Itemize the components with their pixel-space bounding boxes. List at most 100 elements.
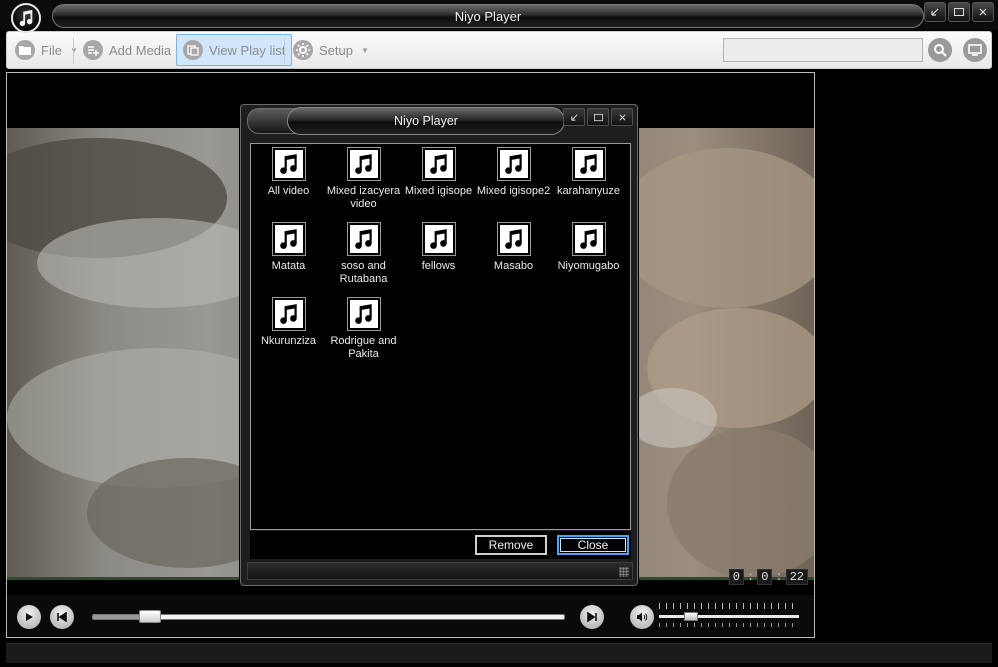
maximize-icon: [954, 8, 964, 16]
playlist-icon: [183, 40, 203, 60]
playlist-item-label: Masabo: [493, 260, 534, 272]
playlist-item[interactable]: fellows: [401, 222, 476, 273]
playlist-item-label: Rodrigue and Pakita: [330, 335, 397, 360]
speaker-icon: [637, 612, 648, 622]
music-note-icon: [496, 147, 531, 181]
music-note-icon: [346, 222, 381, 256]
add-media-label: Add Media: [109, 42, 172, 58]
seek-handle[interactable]: [139, 610, 161, 623]
playlist-item[interactable]: Mixed izacyera video: [326, 147, 401, 211]
folder-icon: [15, 40, 35, 60]
play-icon: [26, 613, 33, 621]
music-note-icon: [271, 147, 306, 181]
screen-icon: [968, 44, 982, 56]
playlist-item-label: Mixed igisope: [404, 185, 473, 197]
music-note-icon[interactable]: [11, 3, 41, 33]
toolbar-divider: [73, 38, 74, 64]
add-media-button[interactable]: Add Media: [77, 34, 177, 66]
playlist-item[interactable]: All video: [251, 147, 326, 198]
minimize-icon: [931, 8, 939, 16]
playback-controls: [7, 595, 814, 637]
time-minutes: 0: [757, 569, 773, 585]
music-note-icon: [571, 147, 606, 181]
time-seconds: 22: [785, 569, 808, 585]
close-icon: [618, 113, 626, 121]
volume-track: [659, 615, 799, 618]
search-input[interactable]: [723, 38, 923, 62]
playlist-dialog: Niyo Player All video Mixed izacyera vide…: [240, 104, 638, 586]
music-note-icon: [271, 297, 306, 331]
previous-button[interactable]: [50, 605, 74, 629]
close-icon: [979, 8, 987, 16]
playlist-item[interactable]: Matata: [251, 222, 326, 273]
playlist-item-label: Niyomugabo: [557, 260, 620, 272]
skip-forward-icon: [587, 612, 597, 622]
view-playlist-label: View Play list: [209, 42, 286, 58]
playlist-item[interactable]: soso and Rutabana: [326, 222, 401, 286]
volume-ticks: [659, 623, 799, 627]
volume-handle[interactable]: [684, 612, 698, 621]
minimize-icon: [570, 113, 578, 121]
search-button[interactable]: [928, 38, 952, 62]
playlist-item-label: soso and Rutabana: [339, 260, 388, 285]
next-button[interactable]: [580, 605, 604, 629]
minimize-button[interactable]: [924, 2, 946, 22]
music-note-icon: [346, 147, 381, 181]
toolbar-divider: [284, 38, 285, 64]
volume-ticks: [659, 603, 799, 609]
seek-bar[interactable]: [92, 610, 565, 623]
playlist-item[interactable]: Niyomugabo: [551, 222, 626, 273]
maximize-icon: [593, 113, 603, 121]
playlist-item[interactable]: Rodrigue and Pakita: [326, 297, 401, 361]
playlist-item-label: All video: [267, 185, 310, 197]
close-dialog-button[interactable]: Close: [557, 535, 629, 555]
music-note-icon: [571, 222, 606, 256]
dialog-maximize-button[interactable]: [587, 108, 609, 126]
chevron-down-icon: ▼: [360, 45, 369, 55]
file-menu-label: File: [41, 42, 62, 58]
music-note-icon: [421, 147, 456, 181]
playlist-item-label: fellows: [421, 260, 456, 272]
playlist-item-label: karahanyuze: [557, 185, 620, 197]
playlist-list[interactable]: All video Mixed izacyera video Mixed igiso…: [250, 143, 631, 530]
music-note-icon: [346, 297, 381, 331]
view-playlist-button[interactable]: View Play list: [176, 34, 293, 66]
window-title: Niyo Player: [52, 4, 924, 28]
screen-mode-button[interactable]: [963, 38, 987, 62]
dialog-minimize-button[interactable]: [563, 108, 585, 126]
skip-back-icon: [57, 612, 67, 622]
setup-menu-label: Setup: [319, 42, 353, 58]
playlist-item[interactable]: Nkurunziza: [251, 297, 326, 348]
mute-button[interactable]: [630, 605, 654, 629]
search-icon: [934, 44, 947, 57]
title-bar: Niyo Player: [0, 0, 998, 33]
playlist-item-label: Matata: [271, 260, 306, 272]
dialog-title: Niyo Player: [287, 107, 565, 135]
maximize-button[interactable]: [948, 2, 970, 22]
remove-button[interactable]: Remove: [475, 535, 547, 555]
playlist-item-label: Nkurunziza: [260, 335, 317, 347]
music-note-icon: [421, 222, 456, 256]
music-note-icon: [496, 222, 531, 256]
dialog-close-button[interactable]: [611, 108, 633, 126]
status-bar: [6, 643, 992, 663]
add-media-icon: [83, 40, 103, 60]
dialog-footer: [247, 562, 633, 580]
time-hours: 0: [728, 569, 744, 585]
setup-menu[interactable]: Setup ▼: [287, 34, 375, 66]
play-button[interactable]: [17, 605, 41, 629]
gear-icon: [293, 40, 313, 60]
close-button[interactable]: [972, 2, 994, 22]
playlist-item[interactable]: Mixed igisope2: [476, 147, 551, 198]
toolbar: File ▼ Add Media View Play list Setup ▼: [6, 31, 992, 69]
playlist-item[interactable]: karahanyuze: [551, 147, 626, 198]
music-note-icon: [271, 222, 306, 256]
dialog-button-bar: Remove Close: [250, 531, 631, 559]
playlist-item-label: Mixed izacyera video: [326, 185, 401, 210]
resize-grip-icon[interactable]: [619, 567, 629, 577]
time-display: 0 : 0 : 22: [728, 569, 808, 585]
playlist-item-label: Mixed igisope2: [476, 185, 551, 197]
volume-slider[interactable]: [659, 603, 799, 633]
playlist-item[interactable]: Masabo: [476, 222, 551, 273]
playlist-item[interactable]: Mixed igisope: [401, 147, 476, 198]
